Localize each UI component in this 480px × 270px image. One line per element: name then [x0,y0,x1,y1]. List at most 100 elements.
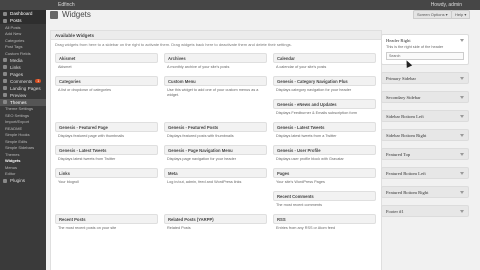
widget-description: Related Posts [167,226,191,230]
sidebar-item-13[interactable]: Themes [0,98,46,106]
chevron-down-icon[interactable] [460,133,464,137]
widget-title[interactable]: Custom Menu [164,76,267,86]
sidebar-item-label: Media [10,57,23,63]
available-widget[interactable]: Recent Comments The most recent comments [273,191,376,208]
widget-area[interactable]: Footer #1 [381,205,469,217]
widget-title[interactable]: Genesis - Page Navigation Menu [164,145,267,155]
widget-description: Displays featured posts with thumbnails [167,134,234,138]
available-widgets-header[interactable]: Available Widgets [51,31,381,40]
widget-title[interactable]: Genesis - Featured Page [55,122,158,132]
sidebar-item-label: Post Tags [5,44,23,50]
widget-area-header[interactable]: Featured Top [382,149,468,159]
chevron-down-icon[interactable] [460,152,464,156]
sidebar-item-label: Theme Settings [5,106,34,112]
sidebar-item-label: Custom Fields [5,50,31,56]
comment-count-badge: 1 [35,79,42,83]
screen-options-button[interactable]: Screen Options ▾ [413,10,452,19]
available-widget[interactable]: Custom Menu Use this widget to add one of… [164,76,267,98]
chevron-down-icon[interactable] [460,114,464,118]
sidebar-item-11[interactable]: Landing Pages [0,85,46,92]
widget-title[interactable]: Links [55,168,158,178]
sidebar-item-10[interactable]: Comments 1 [0,78,46,85]
widget-title[interactable]: Calendar [273,53,376,63]
widget-title[interactable]: Genesis - Latest Tweets [55,145,158,155]
chevron-down-icon[interactable] [460,76,464,80]
widget-area-header[interactable]: Featured Bottom Left [382,168,468,178]
sidebar-item-0[interactable]: Dashboard [0,10,46,17]
chevron-down-icon[interactable] [460,209,464,213]
chevron-down-icon[interactable] [460,38,464,42]
sidebar-item-1[interactable]: Posts [0,17,46,24]
widget-area[interactable]: Header Right This is the right side of th… [381,34,469,65]
widget-area[interactable]: Secondary Sidebar [381,91,469,103]
widget-area-header[interactable]: Header Right [382,35,468,45]
widget-title[interactable]: Genesis - Category Navigation Plus [273,76,376,86]
chevron-down-icon[interactable] [460,171,464,175]
widget-area-header[interactable]: Sidebar Bottom Left [382,111,468,121]
sidebar-item-8[interactable]: Links [0,64,46,71]
sidebar-item-label: Dashboard [10,11,33,16]
widget-title[interactable]: RSS [273,214,376,224]
widget-area[interactable]: Featured Bottom Left [381,167,469,179]
available-widget[interactable]: Archives A monthly archive of your site's… [164,53,267,70]
sidebar-item-25[interactable]: Plugins [0,177,46,184]
available-widget[interactable]: Links Your blogroll [55,168,158,185]
available-widget[interactable]: Genesis - Featured Posts Displays feature… [164,122,267,139]
menu-icon [3,58,7,62]
widget-title[interactable]: Genesis - User Profile [273,145,376,155]
howdy-user-link[interactable]: Howdy, admin [431,2,462,8]
widget-description: Displays page navigation for your header [167,157,237,161]
available-widget[interactable]: Categories A list or dropdown of categori… [55,76,158,93]
available-widget[interactable]: Genesis - Featured Page Displays featured… [55,122,158,139]
widget-title[interactable]: Recent Comments [273,191,376,201]
widget-area-header[interactable]: Footer #1 [382,206,468,216]
widget-title[interactable]: Related Posts (YARPP) [164,214,267,224]
available-widget[interactable]: Pages Your site's WordPress Pages [273,168,376,185]
sidebar-item-7[interactable]: Media [0,57,46,64]
widget-title[interactable]: Akismet [55,53,158,63]
widget-areas: Header Right This is the right side of th… [381,34,469,224]
widget-area[interactable]: Primary Sidebar [381,72,469,84]
available-widget[interactable]: Genesis - Latest Tweets Displays latest t… [273,122,376,139]
widget-title[interactable]: Genesis - eNews and Updates [273,99,376,109]
widget-title[interactable]: Archives [164,53,267,63]
widget-area-header[interactable]: Sidebar Bottom Right [382,130,468,140]
available-widget[interactable]: Genesis - eNews and Updates Displays Feed… [273,99,376,116]
widget-description: Displays Feedburner & Emails subscriptio… [276,111,358,115]
widget-area[interactable]: Sidebar Bottom Left [381,110,469,122]
widget-area[interactable]: Featured Top [381,148,469,160]
widget-title[interactable]: Meta [164,168,267,178]
menu-icon [3,86,7,90]
widget-area[interactable]: Sidebar Bottom Right [381,129,469,141]
available-widget[interactable]: Related Posts (YARPP) Related Posts [164,214,267,231]
widget-area-description: This is the right side of the header [386,45,444,49]
widget-area-header[interactable]: Featured Bottom Right [382,187,468,197]
available-widget[interactable]: Akismet Akismet [55,53,158,70]
available-widget[interactable]: Calendar A calendar of your site's posts [273,53,376,70]
search-widget-item[interactable]: Search [386,52,464,60]
available-widget[interactable]: Meta Log in/out, admin, feed and WordPres… [164,168,267,185]
widget-description: Your blogroll [58,180,79,184]
widget-title[interactable]: Genesis - Latest Tweets [273,122,376,132]
chevron-down-icon[interactable] [460,95,464,99]
widget-title[interactable]: Recent Posts [55,214,158,224]
sidebar-item-12[interactable]: Preview [0,92,46,99]
sidebar-item-label: Editor [5,171,16,177]
sidebar-item-9[interactable]: Pages [0,71,46,78]
site-name-link[interactable]: Edfinch [58,2,75,8]
available-widget[interactable]: Genesis - Page Navigation Menu Displays p… [164,145,267,162]
available-widget[interactable]: Genesis - User Profile Displays user prof… [273,145,376,162]
help-button[interactable]: Help ▾ [451,10,471,19]
available-widget[interactable]: Recent Posts The most recent posts on you… [55,214,158,231]
widget-area-header[interactable]: Primary Sidebar [382,73,468,83]
available-widget[interactable]: Genesis - Category Navigation Plus Displa… [273,76,376,93]
widget-area[interactable]: Featured Bottom Right [381,186,469,198]
chevron-down-icon[interactable] [460,190,464,194]
available-widget[interactable]: RSS Entries from any RSS or Atom feed [273,214,376,231]
menu-icon [3,100,7,104]
widget-title[interactable]: Genesis - Featured Posts [164,122,267,132]
available-widget[interactable]: Genesis - Latest Tweets Displays latest t… [55,145,158,162]
widget-title[interactable]: Pages [273,168,376,178]
widget-title[interactable]: Categories [55,76,158,86]
widget-area-header[interactable]: Secondary Sidebar [382,92,468,102]
